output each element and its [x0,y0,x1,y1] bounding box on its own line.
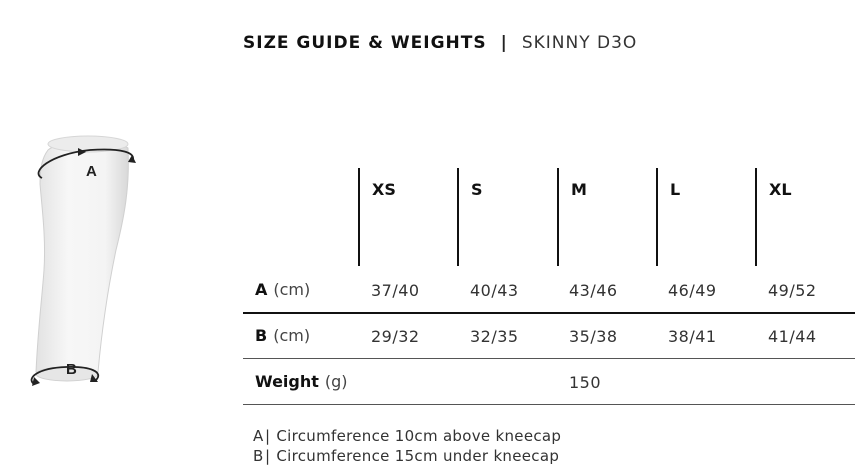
row-label-name: Weight [255,372,319,391]
knee-sleeve-illustration: A B [20,128,150,408]
table-cell: 41/44 [768,327,817,346]
row-label-unit: (cm) [273,280,311,299]
column-label: S [471,180,483,199]
column-header-xs: XS [358,168,396,266]
note-letter: B [253,447,264,465]
title-main: SIZE GUIDE & WEIGHTS [243,33,487,53]
table-cell: 32/35 [470,327,519,346]
page-title: SIZE GUIDE & WEIGHTS | SKINNY D3O [243,33,637,53]
row-label: B (cm) [255,326,310,345]
label-a: A [86,163,97,180]
table-cell: 150 [569,373,602,392]
table-row-weight: Weight (g) 150 [243,360,855,404]
row-label: Weight (g) [255,372,348,391]
column-header-l: L [656,168,680,266]
table-cell: 35/38 [569,327,618,346]
table-row-a: A (cm) 37/40 40/43 43/46 46/49 49/52 [243,268,855,312]
table-cell: 38/41 [668,327,717,346]
label-b: B [66,361,77,378]
row-label-name: A [255,280,268,299]
row-label-unit: (g) [324,372,348,391]
table-cell: 49/52 [768,281,817,300]
column-header-m: M [557,168,587,266]
row-label-unit: (cm) [273,326,311,345]
note-bar: | [265,447,271,465]
table-cell: 29/32 [371,327,420,346]
table-cell: 43/46 [569,281,618,300]
note-letter: A [253,427,264,445]
note-text: Circumference 15cm under kneecap [276,447,560,465]
column-label: XL [769,180,792,199]
row-label-name: B [255,326,268,345]
table-cell: 46/49 [668,281,717,300]
row-divider [243,358,855,359]
row-label: A (cm) [255,280,310,299]
note-text: Circumference 10cm above kneecap [276,427,562,445]
table-cell: 40/43 [470,281,519,300]
sleeve-shape [35,140,129,379]
note-bar: | [265,427,271,445]
title-model: SKINNY D3O [521,33,638,53]
row-divider [243,404,855,405]
note-b: B| Circumference 15cm under kneecap [253,447,559,465]
column-label: L [670,180,681,199]
column-label: XS [372,180,396,199]
table-row-b: B (cm) 29/32 32/35 35/38 38/41 41/44 [243,314,855,358]
table-cell: 37/40 [371,281,420,300]
column-header-xl: XL [755,168,792,266]
column-label: M [571,180,587,199]
title-separator: | [500,33,508,53]
column-header-s: S [457,168,483,266]
note-a: A| Circumference 10cm above kneecap [253,427,561,445]
